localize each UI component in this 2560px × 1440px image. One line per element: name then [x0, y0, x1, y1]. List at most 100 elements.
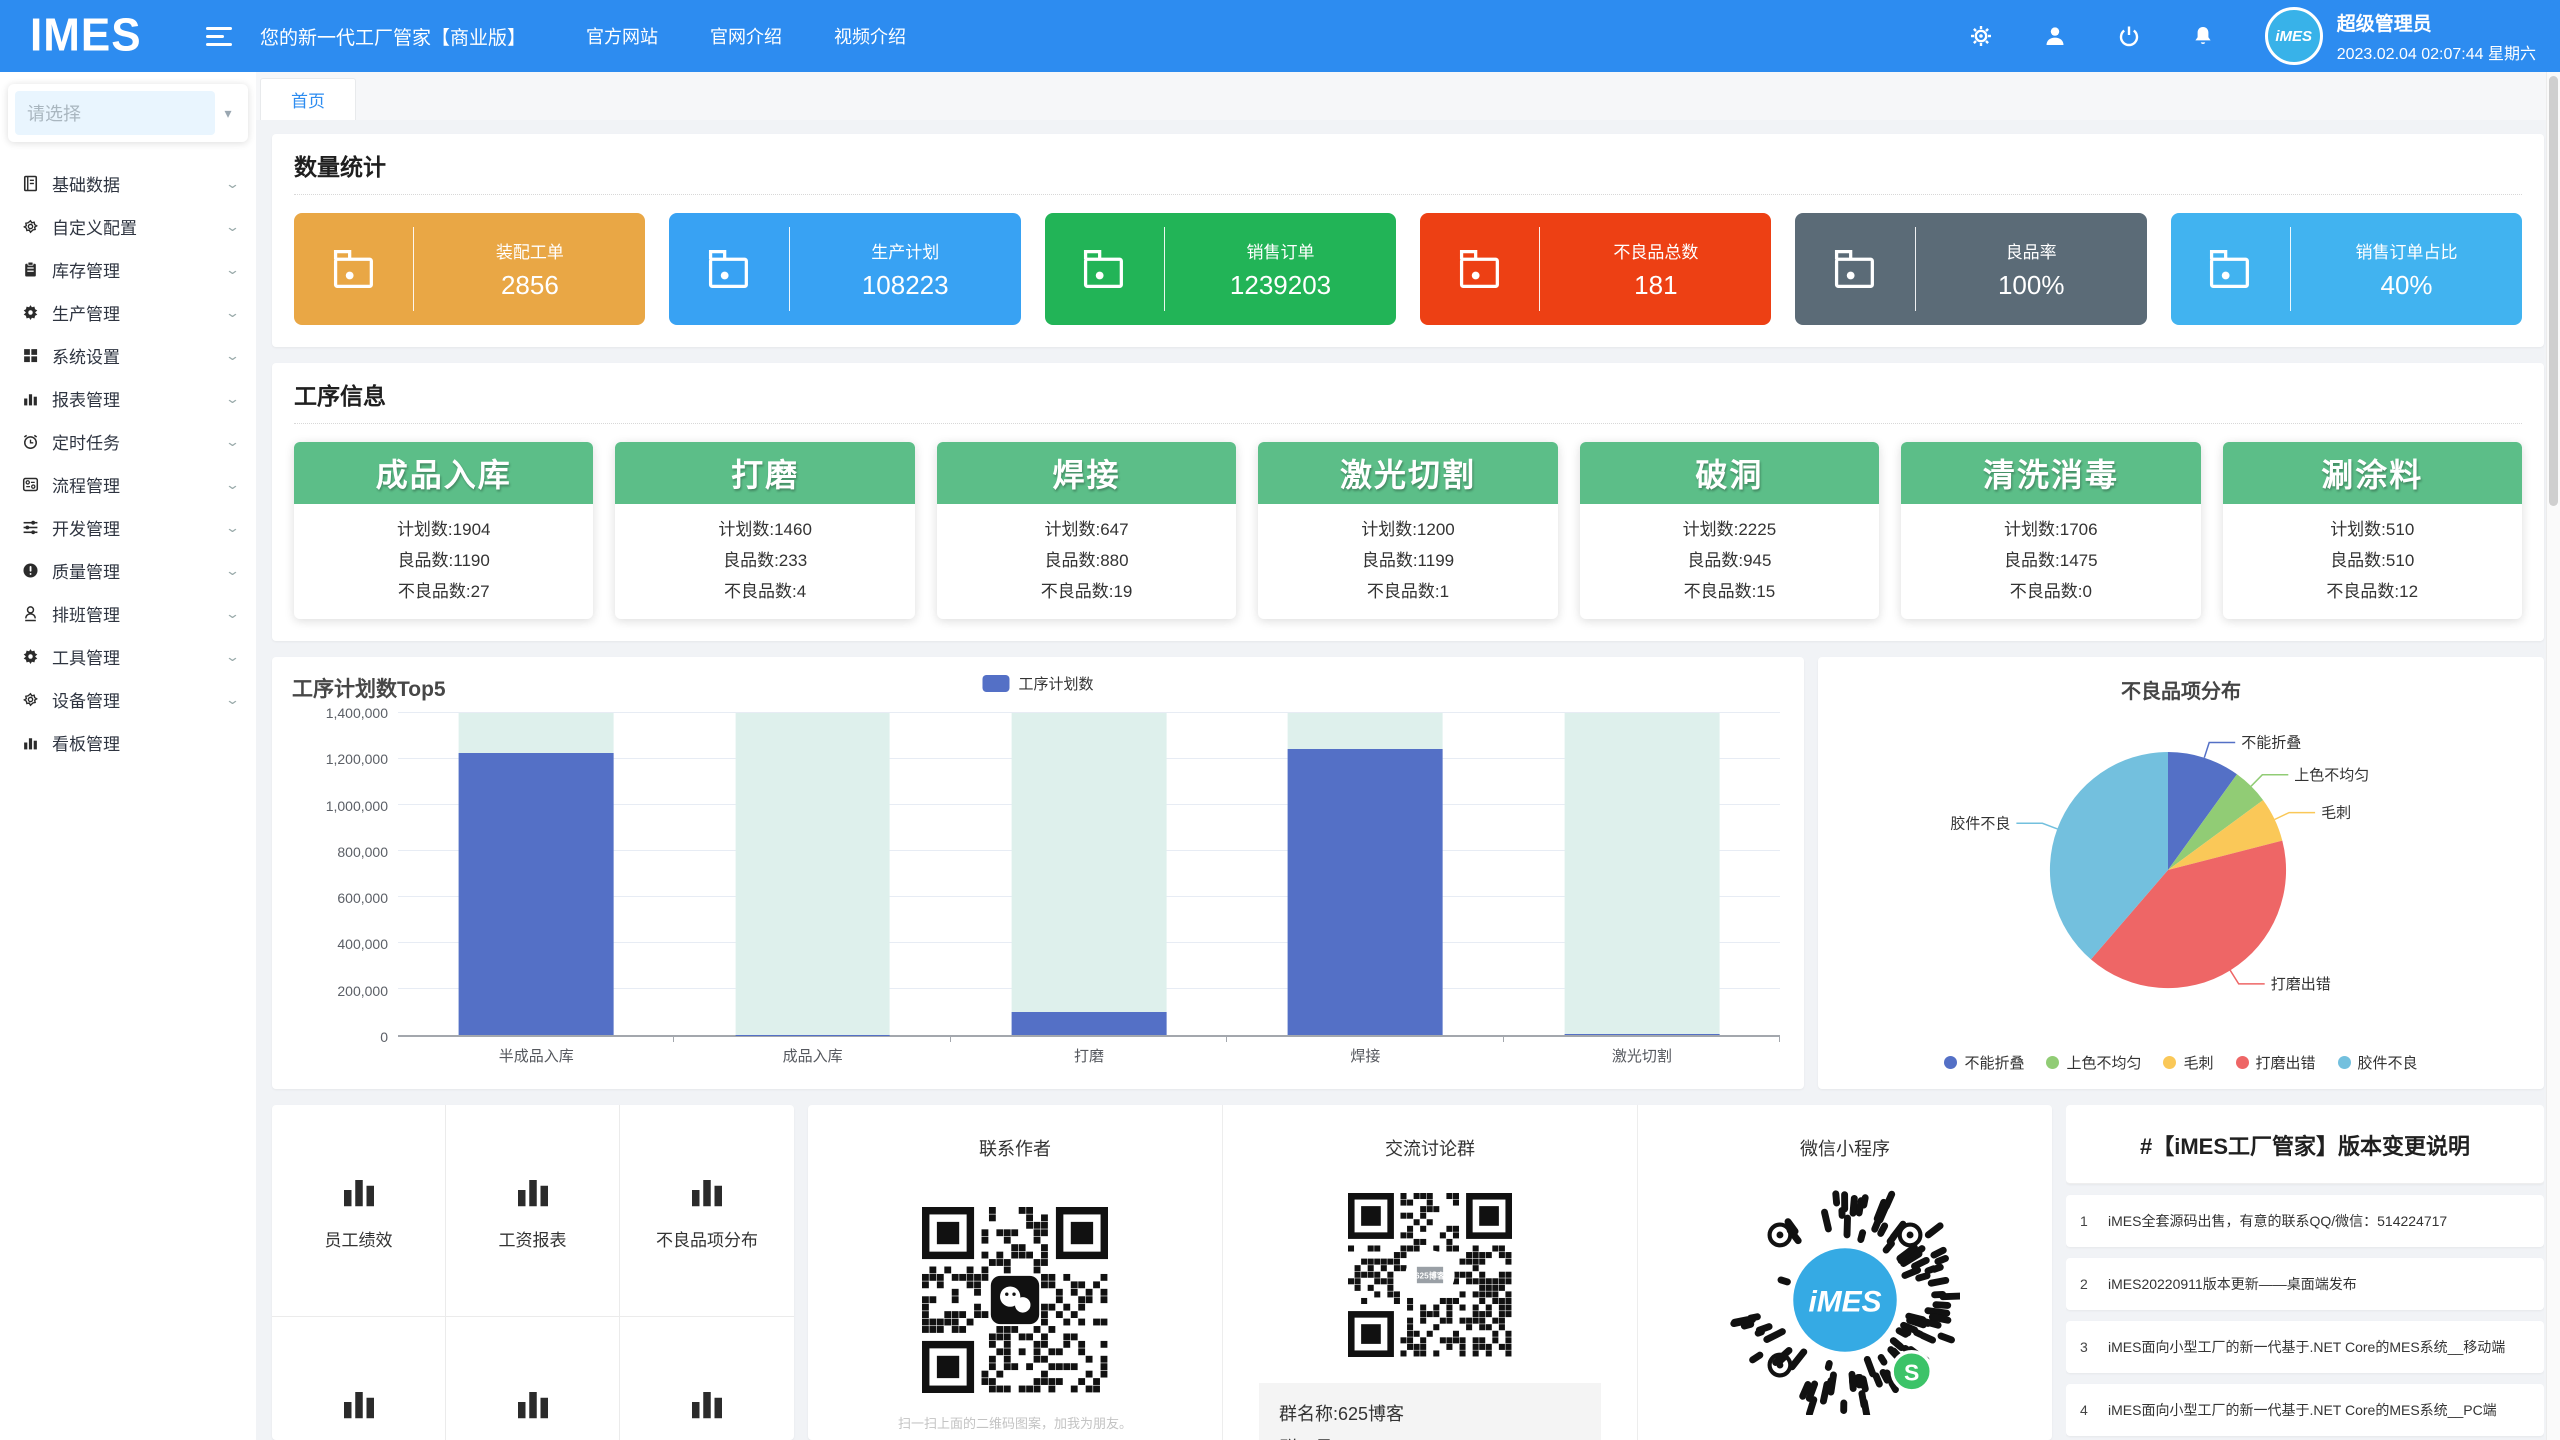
report-shortcut-不良品项汇总[interactable]: 不良品项汇总	[272, 1317, 446, 1440]
process-card-焊接[interactable]: 焊接 计划数:647 良品数:880 不良品数:19	[937, 442, 1236, 619]
bell-icon[interactable]	[2191, 24, 2215, 48]
sidebar-item-质量管理[interactable]: 质量管理⌄	[8, 549, 248, 592]
svg-text:S: S	[1904, 1360, 1919, 1386]
legend-item-上色不均匀[interactable]: 上色不均匀	[2046, 1052, 2141, 1073]
process-good-count: 良品数:510	[2223, 545, 2522, 576]
legend-dot	[2338, 1056, 2351, 1069]
legend-label: 上色不均匀	[2066, 1052, 2141, 1073]
report-shortcut-工资报表[interactable]: 工资报表	[446, 1105, 620, 1317]
sidebar-select-placeholder[interactable]: 请选择	[15, 91, 215, 135]
process-card-打磨[interactable]: 打磨 计划数:1460 良品数:233 不良品数:4	[615, 442, 914, 619]
legend-item-胶件不良[interactable]: 胶件不良	[2338, 1052, 2418, 1073]
report-shortcut-员工绩效[interactable]: 员工绩效	[272, 1105, 446, 1317]
nav-link-2[interactable]: 官网介绍	[710, 23, 782, 49]
stat-card-装配工单[interactable]: 装配工单 2856	[294, 213, 645, 325]
scrollbar-thumb[interactable]	[2549, 76, 2558, 506]
process-good-count: 良品数:945	[1580, 545, 1879, 576]
changelog-number: 4	[2080, 1402, 2092, 1418]
process-name: 焊接	[937, 442, 1236, 504]
avatar[interactable]: iMES	[2265, 7, 2323, 65]
stat-value: 2856	[414, 270, 645, 301]
sidebar-item-报表管理[interactable]: 报表管理 ⌄	[8, 377, 248, 420]
pie-chart-legend[interactable]: 不能折叠 上色不均匀 毛刺 打磨出错 胶件不良	[1818, 1052, 2544, 1073]
changelog-row[interactable]: 1 iMES全套源码出售，有意的联系QQ/微信：514224717	[2066, 1195, 2544, 1247]
vertical-scrollbar[interactable]	[2546, 72, 2560, 1440]
sidebar-item-label: 系统设置	[52, 343, 120, 368]
changelog-row[interactable]: 3 iMES面向小型工厂的新一代基于.NET Core的MES系统__移动端	[2066, 1321, 2544, 1373]
legend-item-毛刺[interactable]: 毛刺	[2163, 1052, 2213, 1073]
folder-icon	[669, 243, 788, 295]
sidebar-item-开发管理[interactable]: 开发管理⌄	[8, 506, 248, 549]
stat-card-销售订单占比[interactable]: 销售订单占比 40%	[2171, 213, 2522, 325]
process-bad-count: 不良品数:12	[2223, 576, 2522, 607]
changelog-row[interactable]: 2 iMES20220911版本更新——桌面端发布	[2066, 1258, 2544, 1310]
stat-card-销售订单[interactable]: 销售订单 1239203	[1045, 213, 1396, 325]
bar-打磨[interactable]	[1012, 1012, 1167, 1035]
sidebar-select[interactable]: 请选择 ▾	[8, 84, 248, 142]
legend-item-打磨出错[interactable]: 打磨出错	[2236, 1052, 2316, 1073]
sidebar-item-生产管理[interactable]: 生产管理⌄	[8, 291, 248, 334]
process-name: 破洞	[1580, 442, 1879, 504]
nav-link-3[interactable]: 视频介绍	[834, 23, 906, 49]
sidebar-item-自定义配置[interactable]: 自定义配置⌄	[8, 205, 248, 248]
bar-半成品入库[interactable]	[459, 753, 614, 1035]
user-icon[interactable]	[2043, 24, 2067, 48]
sidebar-item-label: 报表管理	[52, 386, 120, 411]
folder-icon	[2171, 243, 2290, 295]
bar-slot-成品入库[interactable]: 成品入库	[674, 713, 950, 1035]
sidebar-item-定时任务[interactable]: 定时任务⌄	[8, 420, 248, 463]
qr-section-微信小程序: 微信小程序 iMES S	[1637, 1105, 2052, 1440]
sidebar-item-工具管理[interactable]: 工具管理⌄	[8, 635, 248, 678]
changelog-text: iMES20220911版本更新——桌面端发布	[2108, 1274, 2357, 1294]
bar-激光切割[interactable]	[1564, 1034, 1719, 1035]
process-card-成品入库[interactable]: 成品入库 计划数:1904 良品数:1190 不良品数:27	[294, 442, 593, 619]
sidebar-item-排班管理[interactable]: 排班管理⌄	[8, 592, 248, 635]
stat-card-良品率[interactable]: 良品率 100%	[1795, 213, 2146, 325]
bar-slot-半成品入库[interactable]: 半成品入库	[398, 713, 674, 1035]
group-info-line: 群名称:625博客	[1279, 1397, 1581, 1431]
report-shortcut-产量统计[interactable]: 产量统计	[620, 1317, 794, 1440]
bar-slot-激光切割[interactable]: 激光切割	[1504, 713, 1780, 1035]
bar-slot-打磨[interactable]: 打磨	[951, 713, 1227, 1035]
bar-slot-焊接[interactable]: 焊接	[1227, 713, 1503, 1035]
sidebar-item-系统设置[interactable]: 系统设置⌄	[8, 334, 248, 377]
chevron-down-icon: ⌄	[225, 692, 240, 708]
chevron-down-icon: ⌄	[225, 391, 240, 407]
pie-label-打磨出错: 打磨出错	[2271, 976, 2331, 993]
sidebar-item-设备管理[interactable]: 设备管理⌄	[8, 678, 248, 721]
sidebar-item-看板管理[interactable]: 看板管理	[8, 721, 248, 764]
stat-card-生产计划[interactable]: 生产计划 108223	[669, 213, 1020, 325]
stat-label: 装配工单	[414, 238, 645, 263]
stat-value: 1239203	[1165, 270, 1396, 301]
chevron-down-icon: ⌄	[225, 606, 240, 622]
process-card-涮涂料[interactable]: 涮涂料 计划数:510 良品数:510 不良品数:12	[2223, 442, 2522, 619]
clipboard-icon	[22, 261, 39, 278]
process-bad-count: 不良品数:4	[615, 576, 914, 607]
x-axis-label: 半成品入库	[398, 1045, 674, 1066]
process-card-清洗消毒[interactable]: 清洗消毒 计划数:1706 良品数:1475 不良品数:0	[1901, 442, 2200, 619]
power-icon[interactable]	[2117, 24, 2141, 48]
changelog-row[interactable]: 4 iMES面向小型工厂的新一代基于.NET Core的MES系统__PC端	[2066, 1384, 2544, 1436]
process-name: 清洗消毒	[1901, 442, 2200, 504]
legend-item-不能折叠[interactable]: 不能折叠	[1944, 1052, 2024, 1073]
report-shortcut-不良品项分布[interactable]: 不良品项分布	[620, 1105, 794, 1317]
process-card-破洞[interactable]: 破洞 计划数:2225 良品数:945 不良品数:15	[1580, 442, 1879, 619]
sidebar-item-流程管理[interactable]: 流程管理⌄	[8, 463, 248, 506]
process-card-激光切割[interactable]: 激光切割 计划数:1200 良品数:1199 不良品数:1	[1258, 442, 1557, 619]
group-info-line: 群 号:200884004	[1279, 1431, 1581, 1440]
stat-card-不良品总数[interactable]: 不良品总数 181	[1420, 213, 1771, 325]
bar-焊接[interactable]	[1288, 749, 1443, 1035]
settings-icon[interactable]	[1969, 24, 1993, 48]
y-axis-label: 400,000	[337, 936, 388, 952]
header-nav: 官方网站 官网介绍 视频介绍	[586, 23, 906, 49]
bar-chart-legend[interactable]: 工序计划数	[982, 673, 1093, 694]
sidebar-item-库存管理[interactable]: 库存管理⌄	[8, 248, 248, 291]
bar-chart-icon	[22, 390, 39, 407]
tab-首页[interactable]: 首页	[260, 78, 356, 120]
process-name: 激光切割	[1258, 442, 1557, 504]
nav-link-1[interactable]: 官方网站	[586, 23, 658, 49]
report-shortcut-生产报表[interactable]: 生产报表	[446, 1317, 620, 1440]
hamburger-menu-icon[interactable]	[206, 27, 232, 46]
user-box[interactable]: iMES 超级管理员 2023.02.04 02:07:44 星期六	[2265, 7, 2536, 65]
sidebar-item-基础数据[interactable]: 基础数据⌄	[8, 162, 248, 205]
